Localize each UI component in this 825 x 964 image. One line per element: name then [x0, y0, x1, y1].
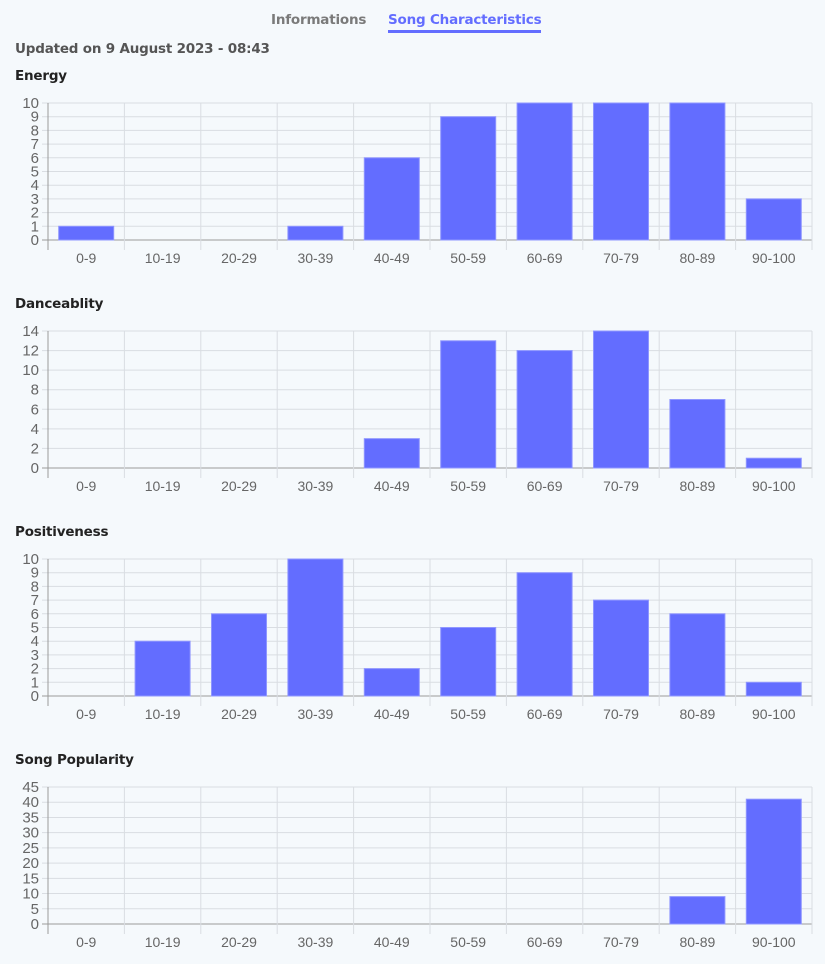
y-tick-label: 10	[22, 551, 39, 568]
bar	[210, 613, 268, 697]
x-tick-label: 20-29	[221, 250, 257, 266]
x-tick-label: 40-49	[374, 706, 410, 722]
y-tick-label: 10	[22, 362, 39, 379]
bar	[745, 798, 802, 925]
y-tick-label: 0	[31, 916, 39, 933]
x-tick-label: 80-89	[679, 478, 715, 494]
bar	[363, 438, 420, 469]
x-tick-label: 30-39	[297, 706, 333, 722]
bar	[134, 640, 191, 697]
x-tick-label: 10-19	[145, 478, 181, 494]
x-tick-label: 70-79	[603, 934, 639, 950]
x-tick-label: 40-49	[374, 250, 410, 266]
x-tick-label: 60-69	[527, 250, 563, 266]
bar	[516, 102, 573, 241]
bar	[745, 457, 802, 469]
danceability-chart: 0 2 4 6 8 10 12 14 0-9 10-19 20-29 30-39 40-49 50-59 6…	[22, 323, 813, 494]
y-tick-label: 40	[22, 794, 39, 811]
x-tick-label: 30-39	[297, 250, 333, 266]
x-tick-label: 70-79	[603, 478, 639, 494]
x-tick-label: 60-69	[527, 706, 563, 722]
x-tick-label: 60-69	[527, 934, 563, 950]
y-tick-label: 5	[31, 901, 39, 918]
x-tick-label: 70-79	[603, 250, 639, 266]
y-tick-label: 10	[22, 886, 39, 903]
y-tick-label: 4	[31, 421, 39, 438]
bar	[287, 225, 344, 241]
x-tick-label: 30-39	[297, 478, 333, 494]
y-tick-label: 2	[31, 440, 39, 457]
x-tick-label: 0-9	[76, 250, 96, 266]
x-tick-label: 90-100	[752, 934, 796, 950]
bar	[669, 613, 726, 697]
x-tick-label: 50-59	[450, 934, 486, 950]
y-tick-label: 8	[31, 382, 39, 399]
x-tick-label: 0-9	[76, 478, 96, 494]
x-tick-label: 10-19	[145, 934, 181, 950]
x-tick-label: 10-19	[145, 706, 181, 722]
positiveness-chart: 0123456789100-9 10-19 20-29 30-39 40-49 50-59…	[22, 551, 813, 722]
bar	[592, 599, 650, 697]
chart-title-danceability: Danceablity	[15, 296, 104, 312]
x-tick-label: 0-9	[76, 706, 96, 722]
energy-chart: 0123456789100-9 10-19 20-29 30-39 40-49 50-59…	[22, 95, 813, 266]
tab-informations[interactable]: Informations	[271, 12, 366, 28]
x-tick-label: 20-29	[221, 706, 257, 722]
bar	[287, 558, 344, 697]
bar	[363, 668, 420, 697]
bar	[440, 116, 497, 241]
y-tick-label: 15	[22, 870, 39, 887]
x-tick-label: 50-59	[450, 478, 486, 494]
x-tick-label: 20-29	[221, 478, 257, 494]
song-popularity-chart: 051015202530354045 0-9 10-19 20-29 30-39 40-4…	[22, 779, 813, 950]
x-tick-label: 90-100	[752, 478, 796, 494]
y-tick-label: 30	[22, 825, 39, 842]
x-tick-label: 90-100	[752, 706, 796, 722]
bar	[516, 572, 573, 697]
chart-title-positiveness: Positiveness	[15, 524, 109, 540]
x-tick-label: 40-49	[374, 478, 410, 494]
chart-title-energy: Energy	[15, 68, 67, 84]
x-tick-label: 80-89	[679, 934, 715, 950]
x-tick-label: 80-89	[679, 706, 715, 722]
bar	[440, 627, 497, 697]
x-tick-label: 90-100	[752, 250, 796, 266]
bar	[363, 157, 420, 241]
y-tick-label: 45	[22, 779, 39, 796]
x-tick-label: 80-89	[679, 250, 715, 266]
y-tick-label: 20	[22, 855, 39, 872]
bar	[592, 102, 650, 241]
updated-timestamp: Updated on 9 August 2023 - 08:43	[15, 41, 270, 57]
bar	[669, 399, 726, 469]
bar	[669, 896, 726, 925]
y-tick-label: 0	[31, 460, 39, 477]
x-tick-label: 40-49	[374, 934, 410, 950]
bar	[669, 102, 726, 241]
x-tick-label: 0-9	[76, 934, 96, 950]
bar	[516, 350, 573, 469]
x-tick-label: 70-79	[603, 706, 639, 722]
bar	[440, 340, 497, 469]
x-tick-label: 30-39	[297, 934, 333, 950]
bar	[58, 225, 115, 241]
x-tick-label: 60-69	[527, 478, 563, 494]
tab-song-characteristics[interactable]: Song Characteristics	[388, 12, 542, 33]
x-tick-label: 50-59	[450, 706, 486, 722]
y-tick-label: 6	[31, 401, 39, 418]
y-tick-label: 14	[22, 323, 39, 340]
bar	[592, 330, 650, 469]
x-tick-label: 20-29	[221, 934, 257, 950]
tab-bar: Informations Song Characteristics	[0, 10, 825, 34]
y-tick-label: 12	[22, 343, 39, 360]
x-tick-label: 50-59	[450, 250, 486, 266]
x-tick-label: 10-19	[145, 250, 181, 266]
y-tick-label: 25	[22, 840, 39, 857]
y-tick-label: 10	[22, 95, 39, 112]
y-tick-label: 35	[22, 809, 39, 826]
chart-title-song-popularity: Song Popularity	[15, 752, 134, 768]
bar	[745, 681, 802, 697]
bar	[745, 198, 802, 241]
